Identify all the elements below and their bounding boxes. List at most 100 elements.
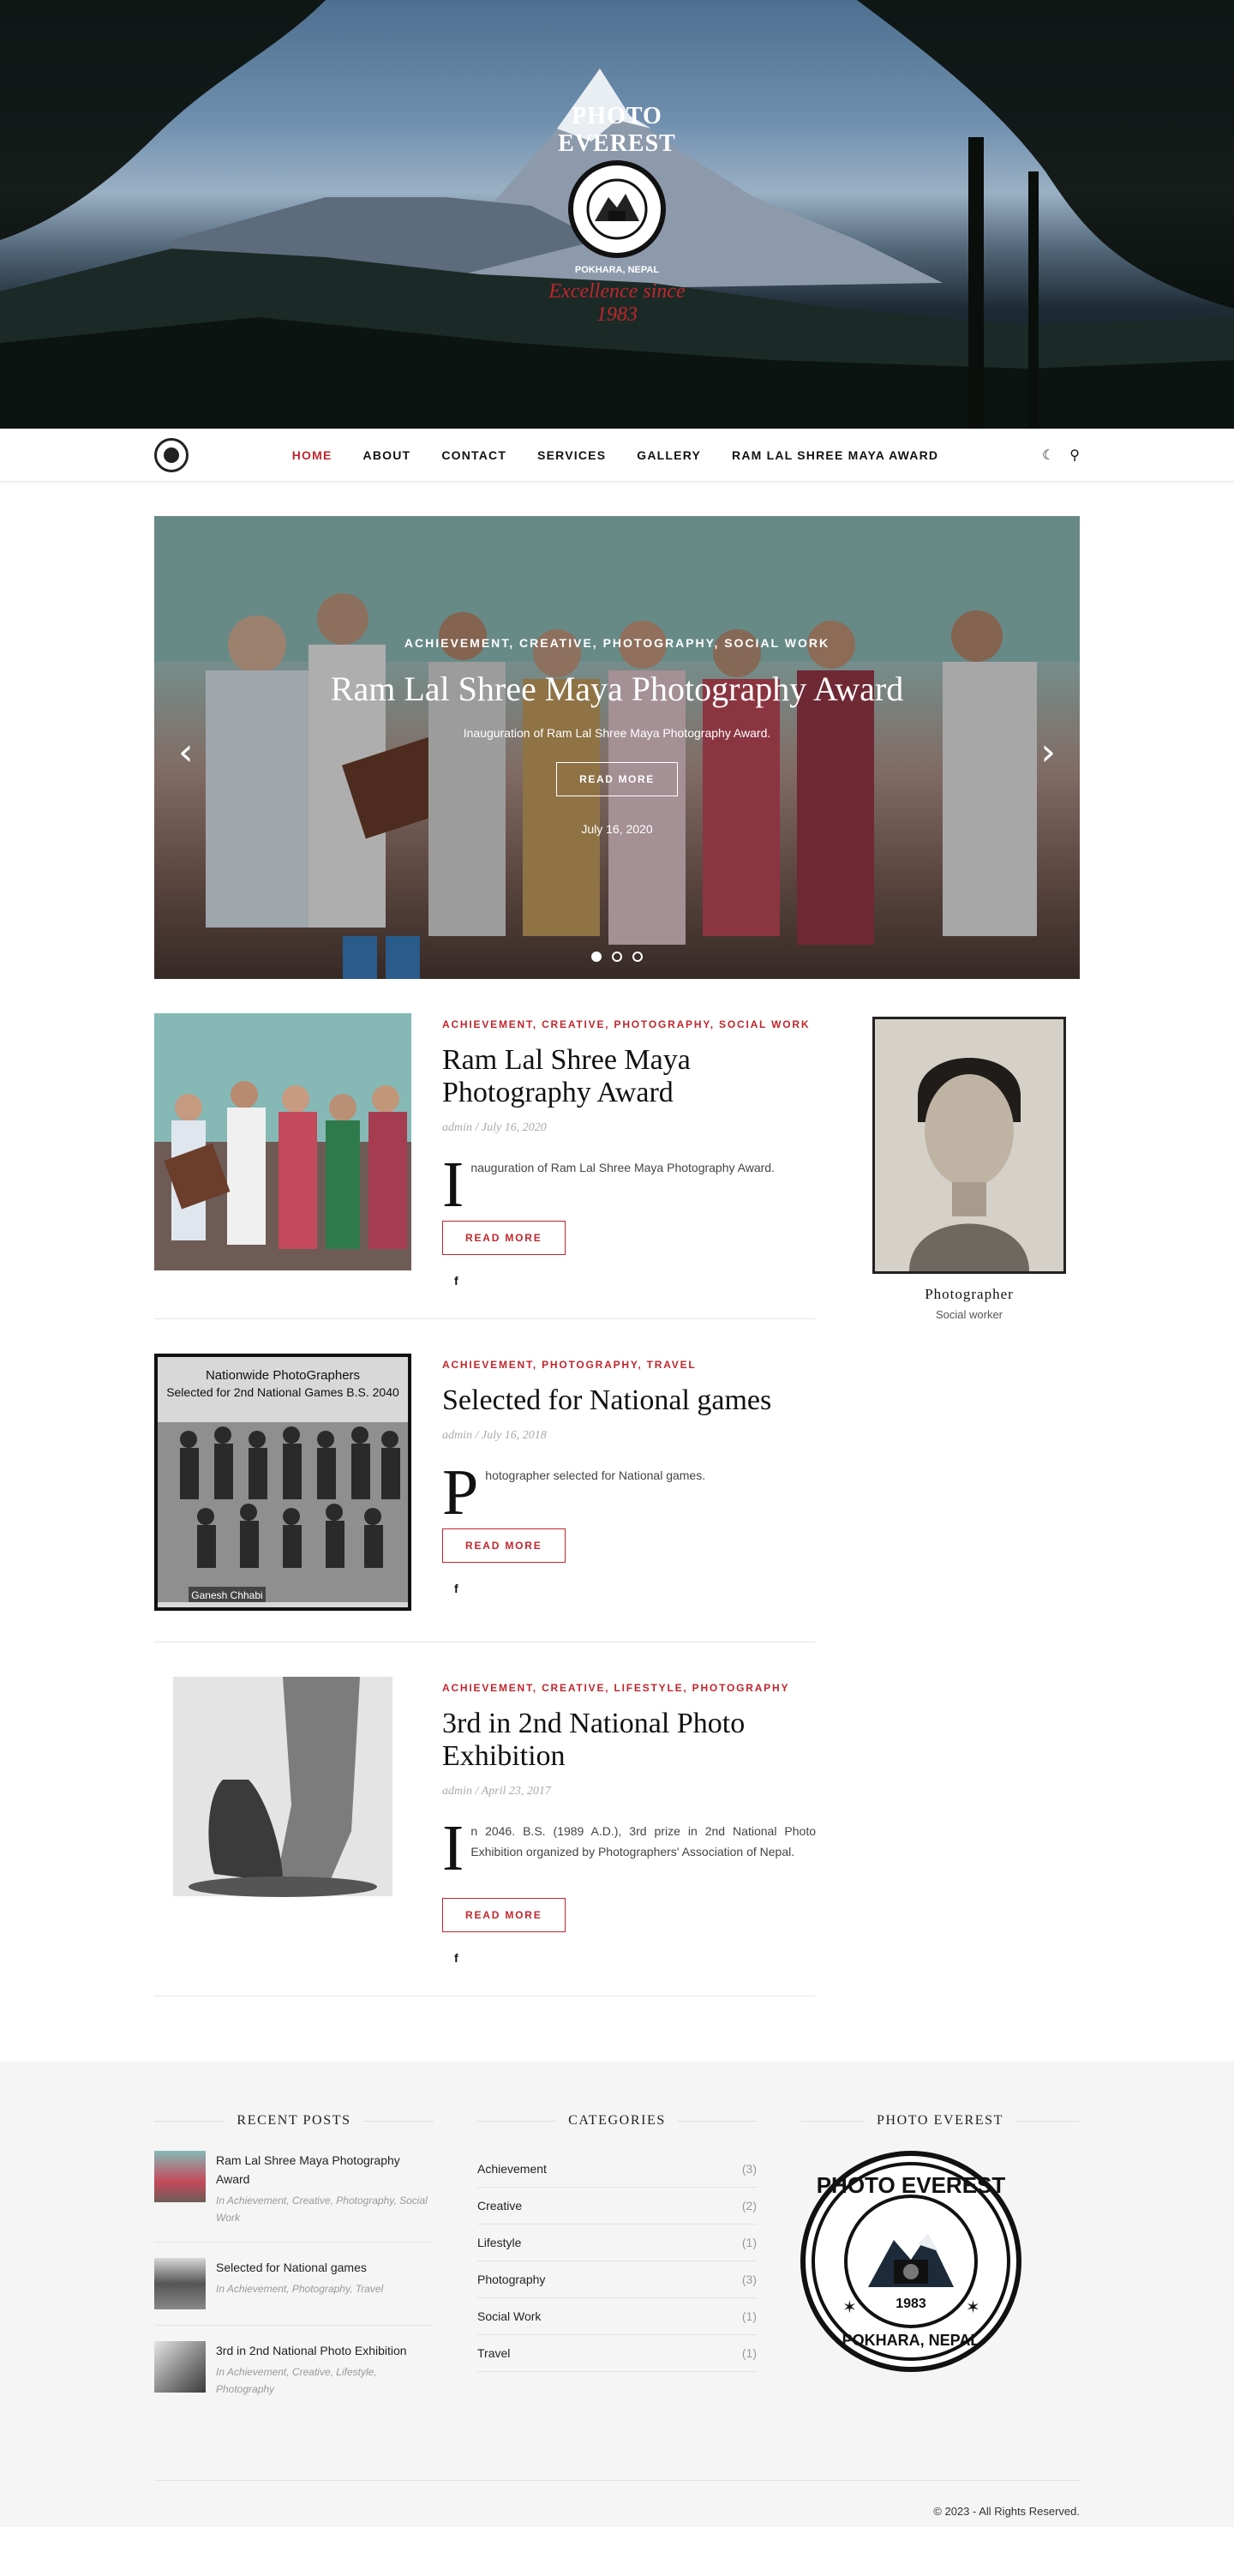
recent-post-title[interactable]: Selected for National games (216, 2258, 383, 2277)
brand-title: Photo Everest (864, 2113, 1016, 2128)
category-count: (1) (741, 2346, 757, 2360)
category-name[interactable]: Achievement (477, 2162, 547, 2176)
category-name[interactable]: Social Work (477, 2309, 541, 2323)
category-name[interactable]: Lifestyle (477, 2236, 521, 2249)
image-caption-2: Selected for 2nd National Games B.S. 204… (166, 1385, 399, 1399)
category-item[interactable]: Lifestyle (1) (477, 2225, 757, 2261)
menu-item-home[interactable]: Home (292, 448, 332, 462)
category-count: (3) (741, 2273, 757, 2286)
facebook-icon[interactable]: f (454, 1274, 816, 1288)
post-item: Achievement, Creative, Lifestyle, Photog… (154, 1677, 816, 1997)
menu-item-award[interactable]: Ram Lal Shree Maya Award (732, 448, 938, 462)
recent-post-title[interactable]: 3rd in 2nd National Photo Exhibition (216, 2341, 434, 2360)
post-excerpt: nauguration of Ram Lal Shree Maya Photog… (470, 1161, 775, 1174)
footer-logo-text: PHOTO EVEREST (817, 2172, 1006, 2198)
recent-post[interactable]: 3rd in 2nd National Photo Exhibition In … (154, 2341, 434, 2413)
read-more-button[interactable]: Read More (442, 1221, 566, 1255)
post-dropcap: P (442, 1456, 479, 1528)
hero-logo-text: PHOTO EVEREST (558, 103, 676, 157)
recent-post-thumb[interactable] (154, 2341, 206, 2393)
post-thumbnail[interactable]: Nationwide PhotoGraphers Selected for 2n… (154, 1354, 411, 1611)
category-count: (3) (741, 2162, 757, 2176)
slider-dot[interactable] (591, 952, 602, 962)
category-count: (2) (741, 2199, 757, 2213)
post-dropcap: I (442, 1812, 464, 1884)
featured-slider: Achievement, Creative, Photography, Soci… (154, 516, 1080, 979)
post-title[interactable]: Ram Lal Shree Maya Photography Award (442, 1044, 816, 1109)
category-name[interactable]: Creative (477, 2199, 522, 2213)
slider-dots (154, 952, 1080, 962)
facebook-icon[interactable]: f (454, 1951, 816, 1965)
post-categories[interactable]: Achievement, Creative, Photography, Soci… (442, 1013, 816, 1036)
recent-post-thumb[interactable] (154, 2258, 206, 2309)
slider-categories[interactable]: Achievement, Creative, Photography, Soci… (154, 636, 1080, 650)
slider-title[interactable]: Ram Lal Shree Maya Photography Award (154, 669, 1080, 709)
sidebar-name: Photographer (925, 1286, 1014, 1302)
post-title[interactable]: Selected for National games (442, 1384, 816, 1417)
moon-icon[interactable]: ☾ (1042, 447, 1054, 464)
read-more-button[interactable]: Read More (442, 1528, 566, 1563)
category-item[interactable]: Achievement (3) (477, 2151, 757, 2188)
categories-title: Categories (556, 2113, 678, 2128)
post-thumbnail[interactable] (154, 1013, 411, 1270)
menu-item-contact[interactable]: Contact (441, 448, 506, 462)
portrait-image (875, 1019, 1063, 1271)
post-meta: admin / July 16, 2020 (442, 1121, 547, 1134)
slider-dot[interactable] (612, 952, 622, 962)
read-more-button[interactable]: Read More (442, 1898, 566, 1932)
category-name[interactable]: Travel (477, 2346, 510, 2360)
recent-post-cats: In Achievement, Photography, Travel (216, 2283, 384, 2295)
copyright: © 2023 - All Rights Reserved. (154, 2480, 1080, 2518)
post-meta: admin / July 16, 2018 (442, 1429, 547, 1442)
category-item[interactable]: Creative (2) (477, 2188, 757, 2225)
slider-read-more-button[interactable]: Read More (556, 762, 678, 796)
post-image (154, 1013, 411, 1270)
post-categories[interactable]: Achievement, Photography, Travel (442, 1354, 816, 1376)
post-title[interactable]: 3rd in 2nd National Photo Exhibition (442, 1708, 816, 1773)
category-item[interactable]: Social Work (1) (477, 2298, 757, 2335)
recent-post-cats: In Achievement, Creative, Lifestyle, Pho… (216, 2366, 377, 2395)
facebook-icon[interactable]: f (454, 1582, 816, 1595)
menu-item-services[interactable]: Services (537, 448, 606, 462)
svg-text:✶: ✶ (966, 2297, 980, 2317)
recent-post-thumb[interactable] (154, 2151, 206, 2202)
hero-banner: PHOTO EVEREST POKHARA, NEPAL Excellence … (0, 0, 1234, 429)
category-item[interactable]: Travel (1) (477, 2335, 757, 2372)
svg-text:✶: ✶ (842, 2297, 857, 2317)
sidebar: Photographer Social worker (859, 1013, 1080, 2031)
footer-logo-sub: POKHARA, NEPAL (842, 2332, 980, 2349)
footer-logo-year: 1983 (896, 2297, 926, 2311)
slider-dot[interactable] (632, 952, 643, 962)
post-excerpt: hotographer selected for National games. (485, 1468, 706, 1482)
recent-post-title[interactable]: Ram Lal Shree Maya Photography Award (216, 2151, 434, 2189)
post-excerpt: n 2046. B.S. (1989 A.D.), 3rd prize in 2… (470, 1824, 816, 1858)
post-dropcap: I (442, 1149, 464, 1221)
recent-post[interactable]: Selected for National games In Achieveme… (154, 2258, 434, 2326)
photographer-portrait (872, 1017, 1066, 1274)
slider-date: July 16, 2020 (581, 822, 653, 836)
post-item: Nationwide PhotoGraphers Selected for 2n… (154, 1354, 816, 1642)
slider-excerpt: Inauguration of Ram Lal Shree Maya Photo… (463, 726, 771, 740)
recent-post[interactable]: Ram Lal Shree Maya Photography Award In … (154, 2151, 434, 2243)
brand-widget: Photo Everest PHOTO EVEREST 1983 POKHARA… (800, 2113, 1080, 2429)
search-icon[interactable]: ⚲ (1069, 447, 1080, 464)
slider-next-arrow-icon[interactable]: › (1040, 730, 1056, 774)
category-name[interactable]: Photography (477, 2273, 545, 2286)
menu-item-about[interactable]: About (363, 448, 411, 462)
category-item[interactable]: Photography (3) (477, 2261, 757, 2298)
recent-post-cats: In Achievement, Creative, Photography, S… (216, 2195, 428, 2224)
post-categories[interactable]: Achievement, Creative, Lifestyle, Photog… (442, 1677, 816, 1699)
menu-item-gallery[interactable]: Gallery (637, 448, 701, 462)
post-image: Nationwide PhotoGraphers Selected for 2n… (158, 1357, 408, 1607)
post-list: Achievement, Creative, Photography, Soci… (154, 1013, 816, 2031)
category-count: (1) (741, 2236, 757, 2249)
nav-logo[interactable] (154, 438, 189, 472)
post-item: Achievement, Creative, Photography, Soci… (154, 1013, 816, 1319)
recent-posts-widget: Recent Posts Ram Lal Shree Maya Photogra… (154, 2113, 434, 2429)
post-thumbnail[interactable] (154, 1677, 411, 1900)
main-navigation: Home About Contact Services Gallery Ram … (0, 429, 1234, 482)
hero-logo-sub: POKHARA, NEPAL (574, 265, 660, 275)
hero-logo[interactable]: PHOTO EVEREST POKHARA, NEPAL Excellence … (531, 103, 703, 327)
slider-prev-arrow-icon[interactable]: ‹ (178, 730, 194, 774)
category-count: (1) (741, 2309, 757, 2323)
